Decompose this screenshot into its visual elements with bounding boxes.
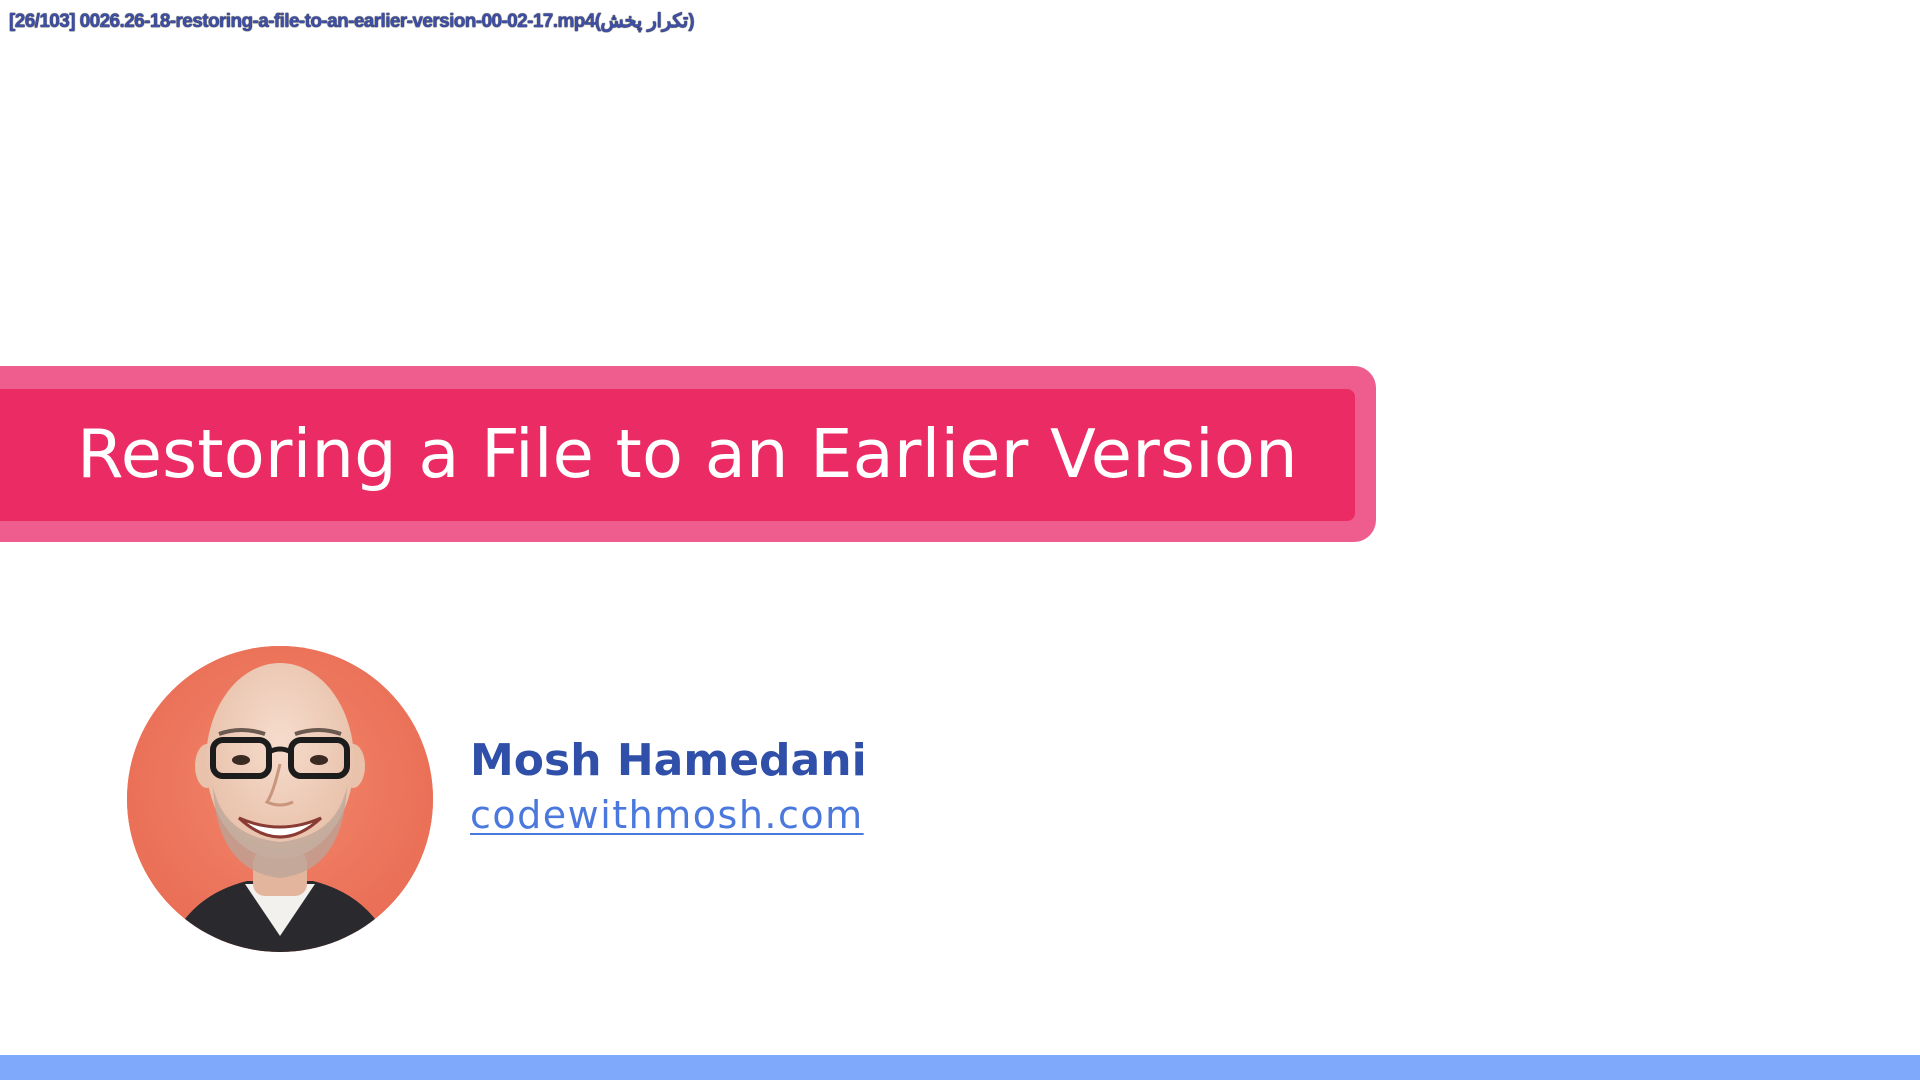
lesson-title: Restoring a File to an Earlier Version	[77, 415, 1298, 493]
author-website-link[interactable]: codewithmosh.com	[470, 793, 864, 837]
author-name: Mosh Hamedani	[470, 735, 867, 786]
author-portrait-icon	[127, 646, 433, 952]
video-frame: [26/103] 0026.26-18-restoring-a-file-to-…	[0, 0, 1920, 1080]
bottom-accent-bar	[0, 1055, 1920, 1080]
video-file-caption: [26/103] 0026.26-18-restoring-a-file-to-…	[9, 11, 695, 32]
author-avatar	[127, 646, 433, 952]
